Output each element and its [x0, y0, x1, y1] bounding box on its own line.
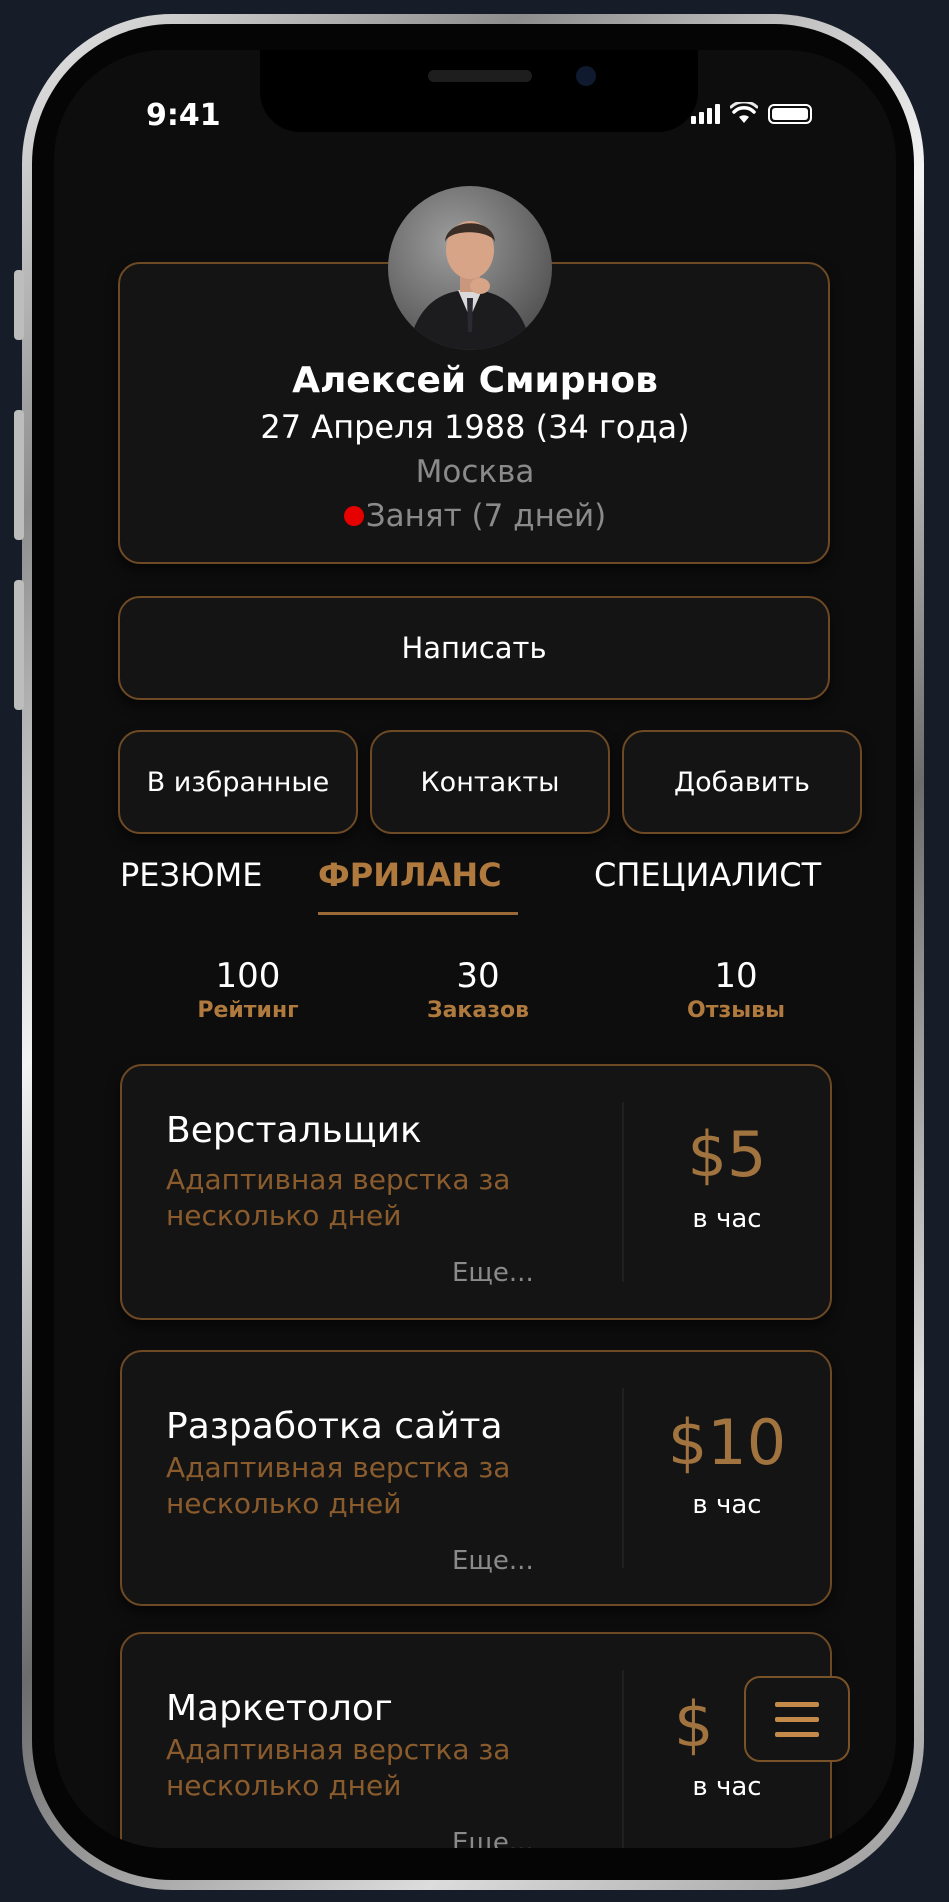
- notch: [260, 50, 698, 132]
- active-tab-indicator: [318, 912, 518, 915]
- stat-label: Рейтинг: [197, 998, 299, 1023]
- add-button-label: Добавить: [674, 766, 810, 798]
- battery-icon: [768, 104, 812, 124]
- hamburger-menu-icon: [775, 1731, 819, 1737]
- profile-city: Москва: [415, 454, 535, 490]
- service-title: Верстальщик: [166, 1110, 422, 1151]
- service-price-unit: в час: [692, 1490, 762, 1520]
- service-description: Адаптивная верстка за несколько дней: [166, 1163, 511, 1232]
- status-dot-icon: [343, 506, 364, 526]
- favorites-button[interactable]: В избранные: [118, 730, 358, 834]
- avatar[interactable]: [388, 186, 552, 350]
- speaker: [428, 70, 532, 82]
- side-button: [14, 580, 24, 710]
- profile-birthdate: 27 Апреля 1988 (34 года): [260, 408, 690, 446]
- service-price: $5: [687, 1118, 767, 1191]
- tab-freelance[interactable]: ФРИЛАНС: [318, 856, 502, 894]
- signal-icon: [691, 104, 720, 124]
- service-card[interactable]: Разработка сайта Адаптивная верстка за н…: [120, 1350, 832, 1606]
- tab-resume[interactable]: РЕЗЮМЕ: [120, 856, 262, 894]
- status-time: 9:41: [146, 98, 221, 133]
- service-price: $10: [667, 1406, 787, 1479]
- write-button-label: Написать: [401, 631, 547, 665]
- service-card[interactable]: Маркетолог Адаптивная верстка за несколь…: [120, 1632, 832, 1848]
- service-title: Маркетолог: [166, 1688, 393, 1729]
- write-button[interactable]: Написать: [118, 596, 830, 700]
- stat-label: Заказов: [426, 998, 530, 1023]
- service-description: Адаптивная верстка за несколько дней: [166, 1451, 511, 1520]
- favorites-button-label: В избранные: [146, 766, 330, 798]
- service-title: Разработка сайта: [166, 1406, 503, 1447]
- menu-button[interactable]: [744, 1676, 850, 1762]
- app-screen: 9:41 Алексей Смирнов 27 Апреля 1988 (34 …: [54, 50, 896, 1848]
- side-button: [14, 410, 24, 540]
- service-price-unit: в час: [692, 1772, 762, 1802]
- stat-value: 30: [456, 956, 500, 996]
- hamburger-menu-icon: [775, 1701, 819, 1707]
- service-more-link[interactable]: Еще...: [452, 1828, 534, 1848]
- wifi-icon: [730, 102, 758, 123]
- contacts-button-label: Контакты: [420, 766, 560, 798]
- camera: [576, 66, 596, 86]
- service-price-unit: в час: [692, 1204, 762, 1234]
- tab-specialist[interactable]: СПЕЦИАЛИСТ: [594, 856, 821, 894]
- stat-orders: 30 Заказов: [388, 956, 568, 1023]
- hamburger-menu-icon: [775, 1716, 819, 1722]
- profile-name: Алексей Смирнов: [292, 360, 658, 401]
- service-card[interactable]: Верстальщик Адаптивная верстка за нескол…: [120, 1064, 832, 1320]
- service-more-link[interactable]: Еще...: [452, 1258, 534, 1288]
- stat-value: 100: [215, 956, 281, 996]
- side-button: [14, 270, 24, 340]
- profile-status: Занят (7 дней): [54, 498, 896, 534]
- status-text: Занят (7 дней): [365, 498, 607, 534]
- service-more-link[interactable]: Еще...: [452, 1546, 534, 1576]
- stat-label: Отзывы: [687, 998, 785, 1023]
- stat-reviews: 10 Отзывы: [646, 956, 826, 1023]
- status-icons: [691, 102, 812, 124]
- stat-rating: 100 Рейтинг: [158, 956, 338, 1023]
- stat-value: 10: [714, 956, 758, 996]
- add-button[interactable]: Добавить: [622, 730, 862, 834]
- person-photo-icon: [408, 221, 532, 350]
- contacts-button[interactable]: Контакты: [370, 730, 610, 834]
- service-description: Адаптивная верстка за несколько дней: [166, 1733, 511, 1802]
